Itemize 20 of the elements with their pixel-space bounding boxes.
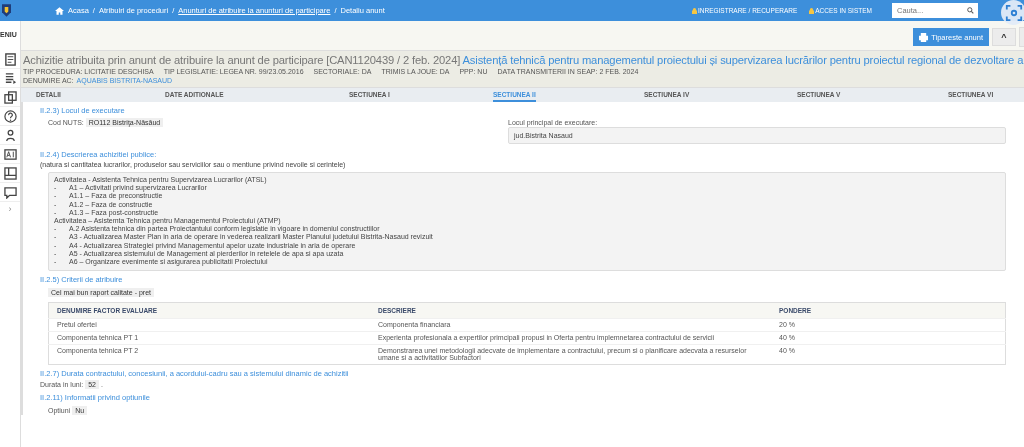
shield-logo-icon[interactable] — [2, 4, 11, 17]
help-icon[interactable] — [3, 109, 17, 123]
list-icon[interactable] — [3, 71, 17, 85]
screenshot-button[interactable] — [1001, 0, 1024, 25]
lock-icon — [809, 7, 815, 14]
printer-icon — [919, 32, 929, 42]
document-icon[interactable] — [3, 52, 17, 66]
screenshot-icon — [1004, 3, 1023, 22]
layout-icon[interactable] — [3, 166, 17, 180]
home-icon[interactable] — [55, 6, 64, 15]
expand-sidebar-button[interactable]: › — [8, 204, 12, 214]
collapse-button[interactable]: ^ — [992, 28, 1016, 46]
lock-icon — [691, 7, 697, 14]
copy-icon[interactable] — [3, 90, 17, 104]
user-icon[interactable] — [3, 128, 17, 142]
ai-icon[interactable] — [3, 147, 17, 161]
search-icon[interactable] — [967, 7, 974, 14]
notice-subject: Asistență tehnică pentru managementul proiectului și supervizarea lucrărilor pentru proiectul regional de dezvoltare a — [462, 54, 1024, 66]
chat-icon[interactable] — [3, 185, 17, 199]
notice-title: Achizitie atribuita prin anunt de atribuire la anunt de participare [CAN1120439 / 2 feb. 2024] Asistență tehnică pentru managementul proiectului și supervizarea lucrărilor pentru proiectul regional de dezvoltare a — [23, 54, 1024, 66]
